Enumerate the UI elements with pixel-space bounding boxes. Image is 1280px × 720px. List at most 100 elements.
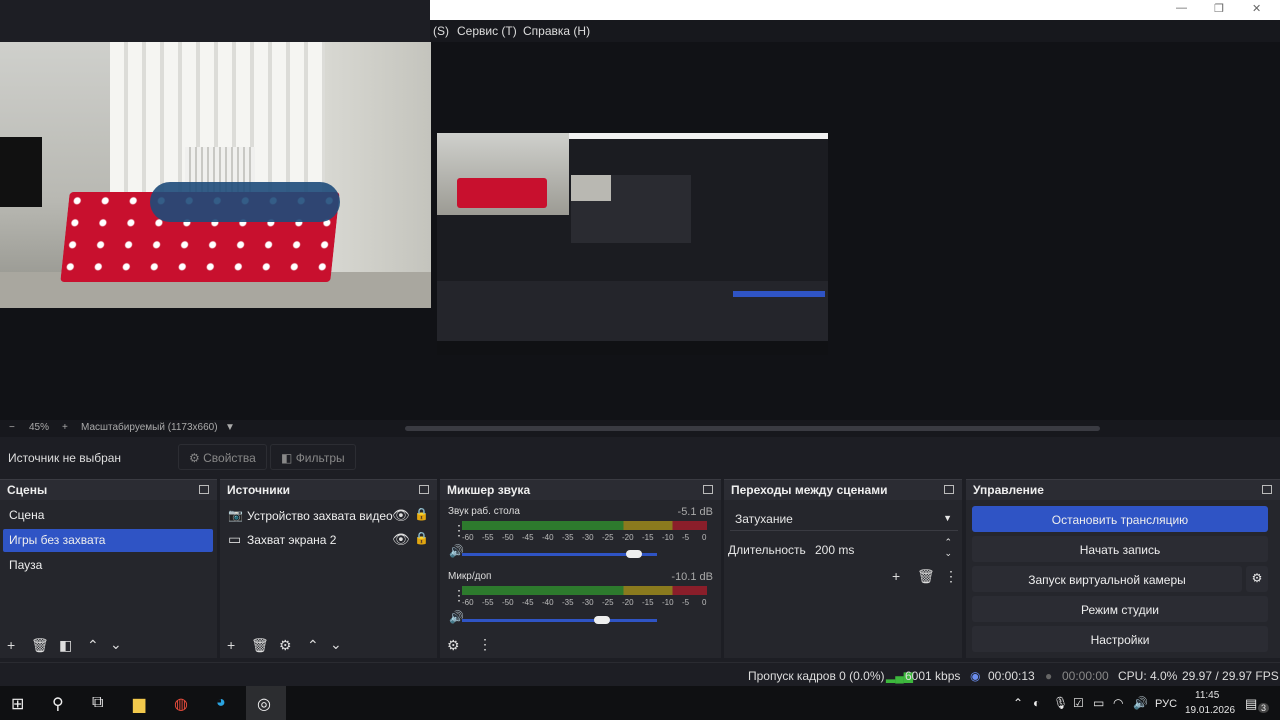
horizontal-scrollbar[interactable] (405, 426, 1100, 431)
source-label: Устройство захвата видео (247, 509, 393, 523)
chevron-down-icon[interactable]: ▼ (225, 422, 235, 433)
virtual-camera-button[interactable]: Запуск виртуальной камеры (972, 566, 1242, 592)
cpu-usage: CPU: 4.0% (1118, 669, 1178, 683)
audio-meter (462, 586, 707, 595)
tray-chevron-icon[interactable]: ⌃ (1013, 696, 1023, 710)
task-view-icon[interactable]: ⧉ (92, 694, 103, 712)
undock-icon[interactable] (703, 485, 713, 494)
volume-slider-handle[interactable] (594, 616, 611, 624)
filter-icon: ◧ (281, 451, 293, 465)
trash-icon[interactable]: 🗑 (31, 638, 49, 652)
meter-tick-label: -25 (602, 598, 614, 607)
chevron-up-icon[interactable]: ⌃ (944, 537, 952, 548)
transition-select[interactable]: Затухание ▼ (730, 507, 958, 531)
search-icon[interactable]: ⚲ (52, 694, 64, 714)
mixer-dock: Микшер звука Звук раб. стола -5.1 dB ⋮ -… (440, 479, 721, 658)
lock-icon[interactable]: 🔒 (414, 532, 429, 544)
chevron-down-icon[interactable]: ⌄ (330, 637, 342, 651)
zoom-out-icon[interactable]: − (9, 422, 15, 433)
lock-icon[interactable]: 🔒 (414, 508, 429, 520)
tray-app-icon[interactable]: ◐ (1033, 696, 1040, 710)
scene-item-selected[interactable]: Игры без захвата (3, 529, 213, 552)
notification-badge: 3 (1258, 703, 1270, 713)
source-label: Захват экрана 2 (247, 533, 337, 547)
kebab-icon[interactable]: ⋮ (478, 637, 492, 651)
eye-icon[interactable]: 👁 (392, 532, 410, 546)
eye-icon[interactable]: 👁 (392, 508, 410, 522)
meter-tick-label: 0 (702, 598, 707, 607)
gear-icon[interactable]: ⚙ (279, 638, 292, 652)
channel-name: Звук раб. стола (448, 506, 520, 517)
notification-icon[interactable]: ▤ (1245, 696, 1257, 712)
undock-icon[interactable] (1262, 485, 1272, 494)
volume-slider-handle[interactable] (625, 550, 642, 558)
undock-icon[interactable] (199, 485, 209, 494)
scale-mode[interactable]: Масштабируемый (1173x660) (81, 422, 218, 433)
restore-icon[interactable]: ❐ (1214, 2, 1224, 15)
obs-icon[interactable]: ◎ (257, 694, 271, 714)
folder-icon[interactable]: ▆ (133, 694, 145, 714)
stream-time: 00:00:13 (988, 669, 1035, 683)
channel-name: Микр/доп (448, 571, 492, 582)
gear-icon: ⚙ (189, 451, 200, 465)
duration-spinbox[interactable]: 200 ms ⌃ ⌄ (810, 537, 958, 561)
volume-slider-track[interactable] (462, 619, 657, 622)
add-icon[interactable]: + (227, 638, 235, 652)
add-icon[interactable]: + (892, 569, 900, 583)
scene-item[interactable]: Сцена (3, 504, 213, 527)
title-bar: — ❐ ✕ (430, 0, 1280, 20)
language-indicator[interactable]: РУС (1155, 698, 1177, 710)
windows-start-icon[interactable]: ⊞ (11, 694, 24, 714)
properties-button[interactable]: ⚙ Свойства (178, 444, 267, 470)
status-bar: Пропуск кадров 0 (0.0%) ▂▄▆ 6001 kbps ◉ … (0, 662, 1280, 686)
menu-item-help[interactable]: Справка (H) (523, 24, 590, 38)
mic-icon[interactable]: 🎙 (1053, 696, 1068, 710)
close-icon[interactable]: ✕ (1252, 2, 1261, 15)
trash-icon[interactable]: 🗑 (251, 638, 269, 652)
zoom-in-icon[interactable]: + (62, 422, 68, 433)
tray-app-icon[interactable]: ☑ (1073, 696, 1084, 710)
menu-item-tools[interactable]: Сервис (T) (457, 24, 517, 38)
battery-icon[interactable]: ▭ (1093, 696, 1104, 710)
filters-label: Фильтры (295, 451, 345, 465)
source-toolbar: Источник не выбран ⚙ Свойства ◧ Фильтры (0, 437, 1280, 477)
volume-icon[interactable]: 🔊 (1133, 696, 1148, 710)
stop-stream-button[interactable]: Остановить трансляцию (972, 506, 1268, 532)
undock-icon[interactable] (419, 485, 429, 494)
zoom-bar: − 45% + Масштабируемый (1173x660) ▼ (0, 420, 1280, 437)
camera-feed (0, 42, 431, 308)
wifi-icon[interactable]: ◠ (1113, 696, 1123, 710)
undock-icon[interactable] (944, 485, 954, 494)
chrome-icon[interactable]: ◍ (174, 694, 188, 714)
minimize-icon[interactable]: — (1176, 2, 1187, 14)
filter-icon[interactable]: ◧ (59, 638, 72, 652)
chevron-down-icon[interactable]: ⌄ (110, 637, 122, 651)
kebab-icon[interactable]: ⋮ (944, 569, 958, 583)
menu-item-docks[interactable]: (S) (433, 24, 449, 38)
studio-mode-button[interactable]: Режим студии (972, 596, 1268, 622)
trash-icon[interactable]: 🗑 (917, 569, 935, 583)
meter-tick-label: -55 (482, 598, 494, 607)
telegram-icon[interactable]: ◕ (216, 694, 226, 712)
transitions-title: Переходы между сценами (731, 483, 888, 497)
preview-canvas[interactable] (0, 42, 1280, 420)
settings-button[interactable]: Настройки (972, 626, 1268, 652)
controls-dock: Управление Остановить трансляцию Начать … (966, 479, 1280, 658)
add-icon[interactable]: + (7, 638, 15, 652)
source-item[interactable]: 📷 Устройство захвата видео 👁 🔒 (228, 505, 429, 527)
chevron-down-icon[interactable]: ⌄ (944, 548, 952, 559)
start-record-button[interactable]: Начать запись (972, 536, 1268, 562)
chevron-up-icon[interactable]: ⌃ (307, 638, 319, 652)
audio-meter (462, 521, 707, 530)
fps: 29.97 / 29.97 FPS (1182, 669, 1279, 683)
advanced-audio-icon[interactable]: ⚙ (447, 638, 460, 652)
meter-tick-label: -55 (482, 533, 494, 542)
source-item[interactable]: ▭ Захват экрана 2 👁 🔒 (228, 529, 429, 551)
clock-time[interactable]: 11:45 (1195, 690, 1219, 701)
clock-date[interactable]: 19.01.2026 (1185, 705, 1235, 716)
source-status: Источник не выбран (8, 451, 122, 465)
filters-button[interactable]: ◧ Фильтры (270, 444, 356, 470)
scene-item[interactable]: Пауза (3, 554, 213, 577)
gear-icon[interactable]: ⚙ (1246, 566, 1268, 592)
chevron-up-icon[interactable]: ⌃ (87, 638, 99, 652)
